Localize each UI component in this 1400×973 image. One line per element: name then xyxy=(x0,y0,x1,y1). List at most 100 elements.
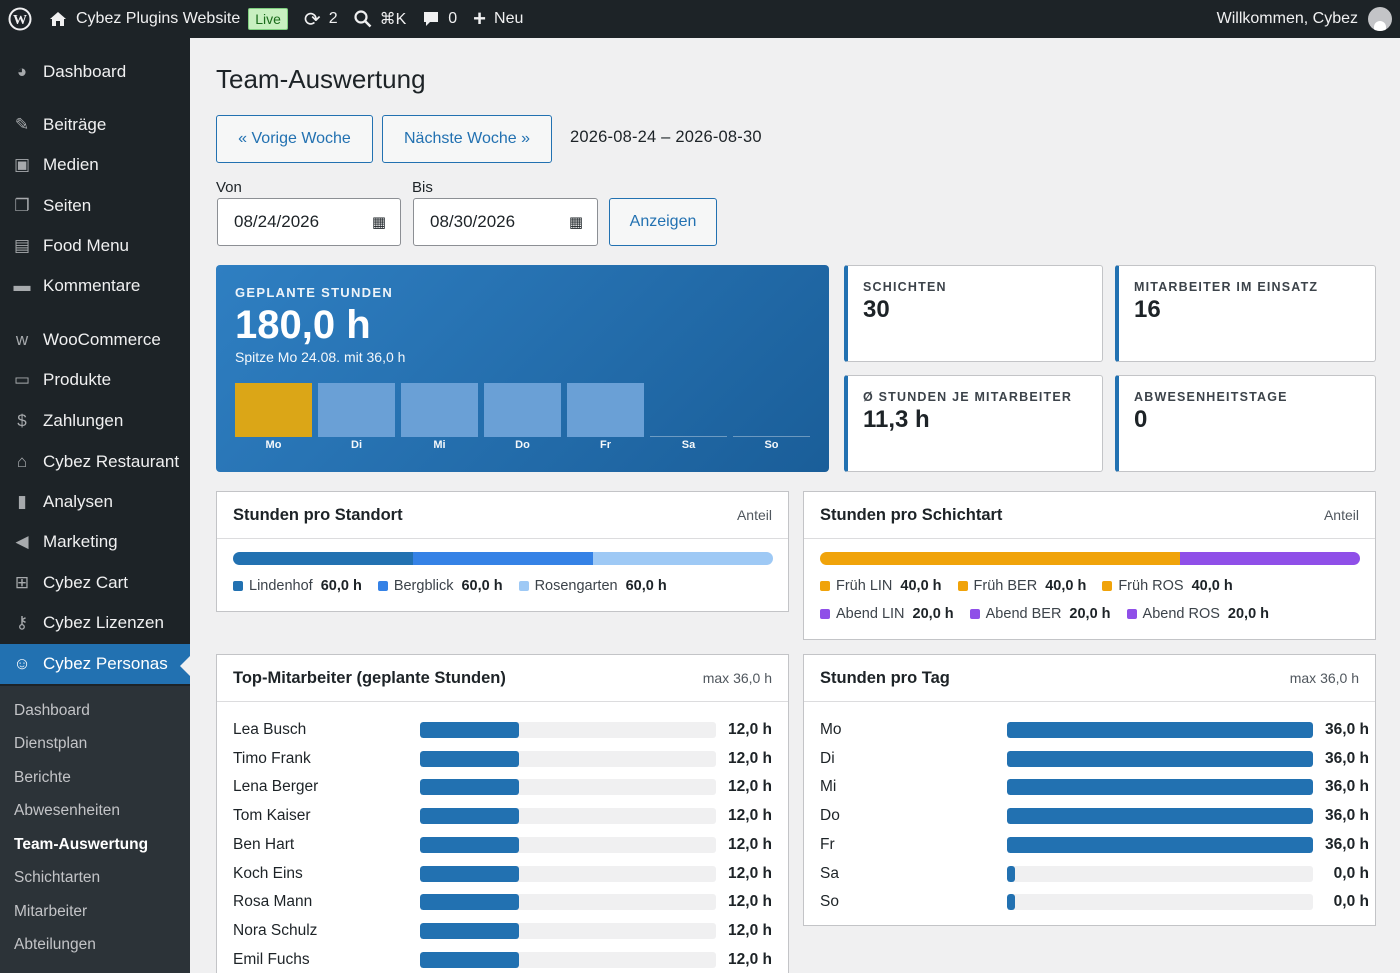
site-name-link[interactable]: Cybez Plugins Website Live xyxy=(40,0,296,38)
to-label: Bis xyxy=(412,179,433,196)
row-label: Lea Busch xyxy=(233,721,307,738)
sidebar-item-label: Medien xyxy=(43,155,99,174)
sidebar-item-zahlungen[interactable]: $ Zahlungen xyxy=(0,401,190,441)
shift-type-legend: Früh LIN 40,0 h Früh BER 40,0 h Früh ROS 40,0… xyxy=(820,578,1233,594)
to-date-input[interactable]: 08/30/2026 ▦ xyxy=(413,198,598,246)
chart-row: So 0,0 h xyxy=(820,888,1369,916)
row-track xyxy=(420,894,716,911)
legend-name: Früh LIN xyxy=(836,578,893,594)
updates-icon: ⟳ xyxy=(303,8,321,31)
row-label: So xyxy=(820,893,839,911)
location-stacked-bar xyxy=(233,552,773,565)
sidebar-item-marketing[interactable]: ◀ Marketing xyxy=(0,522,190,562)
sidebar-item-label: Kommentare xyxy=(43,276,141,295)
stat-caption: Ø STUNDEN JE MITARBEITER xyxy=(863,390,1073,404)
chart-row: Ben Hart 12,0 h xyxy=(233,831,772,859)
row-track xyxy=(420,779,716,796)
wordpress-logo[interactable]: W xyxy=(0,0,40,38)
from-date-input[interactable]: 08/24/2026 ▦ xyxy=(217,198,401,246)
submenu-item-team-auswertung[interactable]: Team-Auswertung xyxy=(0,828,190,862)
sidebar-item-analysen[interactable]: ▮ Analysen xyxy=(0,482,190,522)
location-legend: Lindenhof 60,0 h Bergblick 60,0 h Rosengarte… xyxy=(233,578,667,594)
sidebar-item-kommentare[interactable]: ▬ Kommentare xyxy=(0,266,190,306)
new-content-link[interactable]: + Neu xyxy=(465,0,531,38)
planned-hours-caption: GEPLANTE STUNDEN xyxy=(235,285,394,300)
row-value: 36,0 h xyxy=(1325,807,1369,825)
sidebar-item-medien[interactable]: ▣ Medien xyxy=(0,145,190,185)
sidebar-item-cybez-restaurant[interactable]: ⌂ Cybez Restaurant xyxy=(0,442,190,482)
updates-link[interactable]: ⟳ 2 xyxy=(296,0,346,38)
legend-name: Abend BER xyxy=(985,606,1062,622)
legend-value: 20,0 h xyxy=(912,606,954,622)
sidebar-item-seiten[interactable]: ❐ Seiten xyxy=(0,186,190,226)
prev-week-button[interactable]: « Vorige Woche xyxy=(216,115,373,163)
sidebar-item-label: WooCommerce xyxy=(43,330,161,349)
next-week-button[interactable]: Nächste Woche » xyxy=(382,115,552,163)
sidebar-item-woocommerce[interactable]: w WooCommerce xyxy=(0,320,190,360)
row-track xyxy=(420,750,716,767)
show-button[interactable]: Anzeigen xyxy=(609,198,717,246)
card-title: Stunden pro Schichtart xyxy=(820,505,1003,524)
submenu-item-mitarbeiter[interactable]: Mitarbeiter xyxy=(0,895,190,929)
sidebar-item-label: Cybez Restaurant xyxy=(43,452,180,471)
site-name: Cybez Plugins Website xyxy=(76,10,241,27)
sidebar-item-label: Seiten xyxy=(43,196,92,215)
row-value: 12,0 h xyxy=(728,864,772,882)
row-label: Emil Fuchs xyxy=(233,950,310,968)
sidebar-item-cybez-personas[interactable]: ☺ Cybez Personas xyxy=(0,644,190,684)
shift-type-hours-card: Stunden pro Schichtart Anteil Früh LIN 40,… xyxy=(803,491,1376,640)
stat-value: 0 xyxy=(1134,406,1148,433)
row-label: Timo Frank xyxy=(233,749,311,767)
row-track xyxy=(1007,865,1313,882)
hero-day-bar xyxy=(484,383,561,437)
stat-caption: MITARBEITER IM EINSATZ xyxy=(1134,280,1319,294)
planned-hours-card: GEPLANTE STUNDEN 180,0 h Spitze Mo 24.08… xyxy=(216,265,829,472)
chart-row: Emil Fuchs 12,0 h xyxy=(233,946,772,973)
my-account-link[interactable]: Willkommen, Cybez xyxy=(1217,7,1400,31)
calendar-icon[interactable]: ▦ xyxy=(372,213,386,231)
row-value: 0,0 h xyxy=(1333,893,1369,911)
chart-row: Mi 36,0 h xyxy=(820,773,1369,801)
search-link[interactable]: ⌘K xyxy=(346,0,415,38)
comments-link[interactable]: 0 xyxy=(414,0,465,38)
legend-name: Früh BER xyxy=(973,578,1038,594)
row-track xyxy=(420,808,716,825)
submenu-item-abwesenheiten[interactable]: Abwesenheiten xyxy=(0,795,190,829)
sidebar-item-cybez-lizenzen[interactable]: ⚷ Cybez Lizenzen xyxy=(0,603,190,643)
woo-icon: w xyxy=(15,330,29,349)
sidebar-item-food-menu[interactable]: ▤ Food Menu xyxy=(0,226,190,266)
submenu-item-dashboard[interactable]: Dashboard xyxy=(0,694,190,728)
hero-day-bar xyxy=(235,383,312,437)
stat-caption: ABWESENHEITSTAGE xyxy=(1134,390,1288,404)
row-value: 12,0 h xyxy=(728,807,772,825)
chart-row: Mo 36,0 h xyxy=(820,716,1369,744)
hero-day-label: Mo xyxy=(265,439,282,451)
submenu-item-dienstplan[interactable]: Dienstplan xyxy=(0,728,190,762)
legend-name: Abend ROS xyxy=(1142,606,1220,622)
stack-segment xyxy=(1180,552,1240,565)
sidebar-item-dashboard[interactable]: ◕ Dashboard xyxy=(0,52,190,92)
legend-name: Rosengarten xyxy=(534,578,618,594)
submenu-item-schichtarten[interactable]: Schichtarten xyxy=(0,862,190,896)
sidebar-item-beitr-ge[interactable]: ✎ Beiträge xyxy=(0,105,190,145)
page-title: Team-Auswertung xyxy=(216,64,426,94)
location-hours-card: Stunden pro Standort Anteil Lindenhof 60,0… xyxy=(216,491,789,612)
legend-swatch xyxy=(233,581,243,591)
calendar-icon[interactable]: ▦ xyxy=(569,213,583,231)
card-note: Anteil xyxy=(736,507,772,523)
submenu-item-abteilungen[interactable]: Abteilungen xyxy=(0,929,190,963)
sidebar-item-produkte[interactable]: ▭ Produkte xyxy=(0,360,190,400)
row-label: Fr xyxy=(820,835,835,853)
stat-caption: SCHICHTEN xyxy=(863,280,947,294)
legend-item: Früh LIN 40,0 h xyxy=(820,578,942,594)
hero-day-label: Di xyxy=(351,439,362,451)
submenu-item-berichte[interactable]: Berichte xyxy=(0,761,190,795)
card-title: Stunden pro Tag xyxy=(820,668,950,687)
sidebar-item-label: Cybez Lizenzen xyxy=(43,613,164,632)
hero-day-bar xyxy=(401,383,478,437)
legend-swatch xyxy=(518,581,529,591)
comment-icon xyxy=(424,12,439,26)
row-label: Rosa Mann xyxy=(233,893,313,911)
legend-item: Abend BER 20,0 h xyxy=(969,606,1111,622)
sidebar-item-cybez-cart[interactable]: ⊞ Cybez Cart xyxy=(0,563,190,603)
